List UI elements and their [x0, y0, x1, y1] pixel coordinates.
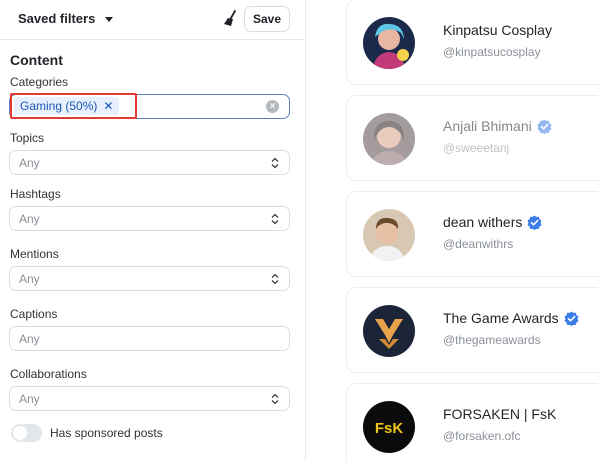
chip-label: Gaming (50%) [20, 99, 98, 113]
chevron-down-icon [105, 16, 114, 22]
creator-name: Kinpatsu Cosplay [443, 22, 552, 38]
sort-icon [271, 273, 279, 285]
sort-icon [271, 213, 279, 225]
saved-filters-label: Saved filters [18, 11, 96, 26]
chip-remove-icon[interactable]: ✕ [103, 99, 113, 113]
topics-label: Topics [10, 131, 45, 145]
save-button[interactable]: Save [244, 6, 290, 32]
sort-icon [271, 393, 279, 405]
topics-select[interactable]: Any [9, 150, 290, 175]
captions-placeholder: Any [19, 331, 40, 346]
avatar-logo-text: FsK [375, 420, 404, 437]
creator-name: dean withers [443, 214, 542, 230]
categories-label: Categories [10, 75, 69, 89]
broom-icon[interactable] [222, 10, 238, 28]
topics-placeholder: Any [19, 155, 40, 170]
section-title-content: Content [10, 52, 63, 68]
hashtags-placeholder: Any [19, 211, 40, 226]
verified-icon [564, 310, 579, 326]
sponsored-toggle[interactable] [11, 424, 42, 442]
avatar [363, 209, 415, 261]
clear-icon[interactable]: ✕ [266, 100, 279, 113]
captions-input[interactable]: Any [9, 326, 290, 351]
hashtags-select[interactable]: Any [9, 206, 290, 231]
creator-handle: @thegameawards [443, 333, 541, 347]
creator-card[interactable]: The Game Awards @thegameawards [346, 287, 598, 373]
creator-name: FORSAKEN | FsK [443, 406, 557, 422]
filter-panel-header: Saved filters Save [0, 0, 306, 40]
avatar: FsK [363, 401, 415, 453]
mentions-placeholder: Any [19, 271, 40, 286]
category-chip-gaming[interactable]: Gaming (50%) ✕ [14, 97, 120, 115]
filter-panel: Saved filters Save Content Categories Ga… [0, 0, 306, 461]
creator-card[interactable]: dean withers @deanwithrs [346, 191, 598, 277]
avatar [363, 305, 415, 357]
saved-filters-dropdown[interactable]: Saved filters [18, 11, 114, 26]
creator-name: The Game Awards [443, 310, 579, 326]
collaborations-placeholder: Any [19, 391, 40, 406]
creator-handle: @deanwithrs [443, 237, 514, 251]
sort-icon [271, 157, 279, 169]
creator-card[interactable]: Kinpatsu Cosplay @kinpatsucosplay [346, 0, 598, 85]
creator-name: Anjali Bhimani [443, 118, 552, 134]
sponsored-label: Has sponsored posts [50, 426, 163, 440]
avatar [363, 113, 415, 165]
collaborations-select[interactable]: Any [9, 386, 290, 411]
avatar [363, 17, 415, 69]
collaborations-label: Collaborations [10, 367, 87, 381]
creator-card[interactable]: Anjali Bhimani @sweeetanj [346, 95, 598, 181]
verified-icon [537, 118, 552, 134]
creator-card[interactable]: FsK FORSAKEN | FsK @forsaken.ofc [346, 383, 598, 461]
mentions-label: Mentions [10, 247, 59, 261]
creator-handle: @kinpatsucosplay [443, 45, 541, 59]
toggle-knob [13, 426, 27, 440]
creator-handle: @sweeetanj [443, 141, 510, 155]
mentions-select[interactable]: Any [9, 266, 290, 291]
captions-label: Captions [10, 307, 58, 321]
hashtags-label: Hashtags [10, 187, 61, 201]
creator-handle: @forsaken.ofc [443, 429, 521, 443]
verified-icon [527, 214, 542, 230]
